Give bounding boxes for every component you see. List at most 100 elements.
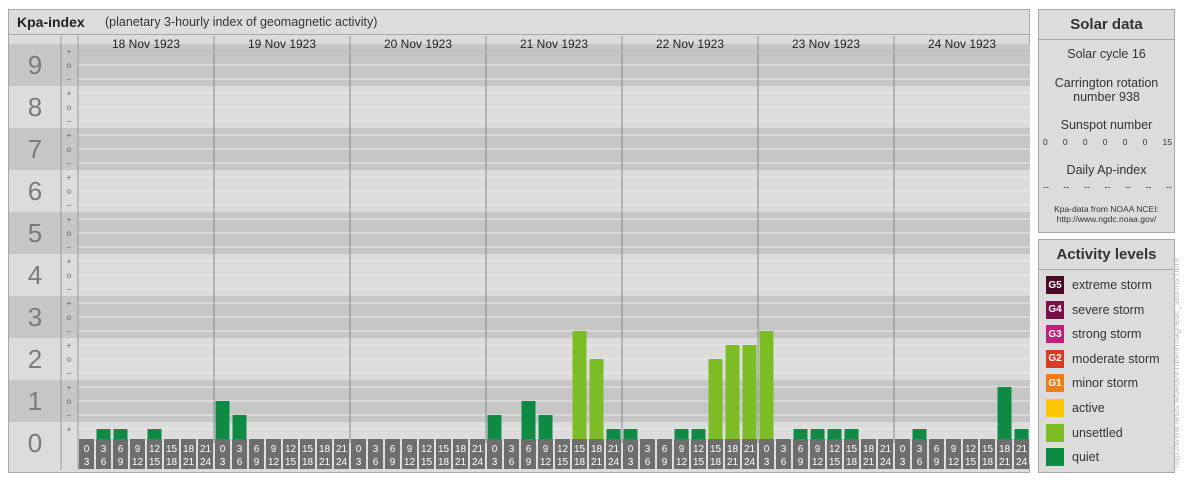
interval-start-label: 9 xyxy=(951,444,957,455)
interval-start-label: 21 xyxy=(1016,444,1028,455)
minor-tick: + xyxy=(67,47,72,56)
sunspot-value: 0 xyxy=(1082,137,1088,147)
interval-end-label: 6 xyxy=(645,457,651,468)
interval-end-label: 21 xyxy=(591,457,603,468)
interval-end-label: 6 xyxy=(509,457,515,468)
minor-tick: − xyxy=(67,369,72,378)
activity-swatch xyxy=(1046,448,1064,467)
kp-bar xyxy=(725,345,740,443)
day-label: 21 Nov 1923 xyxy=(520,37,588,51)
activity-swatch xyxy=(1046,399,1064,417)
y-tick-label: 1 xyxy=(28,386,42,416)
y-tick-label: 9 xyxy=(28,50,42,80)
interval-end-label: 6 xyxy=(781,457,787,468)
kp-chart: 0123456789+o+−o+−o+−o+−o+−o+−o+−o+−o+−18… xyxy=(9,36,1030,470)
kp-bar xyxy=(589,359,604,443)
kp-bar xyxy=(708,359,723,443)
minor-tick: o xyxy=(67,271,72,280)
interval-start-label: 0 xyxy=(84,444,90,455)
kp-bar xyxy=(215,401,230,443)
activity-label: minor storm xyxy=(1072,376,1138,391)
ap-index-value: -- xyxy=(1063,182,1070,192)
activity-swatch: G3 xyxy=(1046,325,1064,344)
interval-start-label: 12 xyxy=(557,444,569,455)
minor-tick: − xyxy=(67,285,72,294)
interval-end-label: 24 xyxy=(336,457,348,468)
interval-end-label: 18 xyxy=(710,457,722,468)
activity-label: unsettled xyxy=(1072,425,1123,440)
activity-swatch: G5 xyxy=(1046,276,1064,294)
interval-end-label: 18 xyxy=(438,457,450,468)
interval-end-label: 3 xyxy=(84,457,90,468)
interval-start-label: 9 xyxy=(135,444,141,455)
interval-end-label: 15 xyxy=(557,457,569,468)
interval-end-label: 12 xyxy=(404,457,416,468)
minor-tick: − xyxy=(67,117,72,126)
minor-tick: o xyxy=(67,355,72,364)
sunspot-label: Sunspot number xyxy=(1060,118,1153,132)
interval-start-label: 6 xyxy=(390,444,396,455)
interval-start-label: 12 xyxy=(149,444,161,455)
interval-end-label: 21 xyxy=(183,457,195,468)
interval-end-label: 18 xyxy=(846,457,858,468)
interval-end-label: 6 xyxy=(373,457,379,468)
interval-end-label: 3 xyxy=(628,457,634,468)
interval-start-label: 9 xyxy=(815,444,821,455)
activity-swatch: G2 xyxy=(1046,349,1064,368)
kp-bar xyxy=(521,401,536,443)
ap-index-label: Daily Ap-index xyxy=(1066,163,1147,177)
kp-bar xyxy=(487,414,502,443)
interval-end-label: 15 xyxy=(149,457,161,468)
interval-start-label: 21 xyxy=(336,444,348,455)
interval-end-label: 9 xyxy=(254,457,260,468)
interval-start-label: 3 xyxy=(781,444,787,455)
interval-start-label: 6 xyxy=(254,444,260,455)
interval-end-label: 9 xyxy=(118,457,124,468)
interval-start-label: 0 xyxy=(628,444,634,455)
minor-tick: − xyxy=(67,75,72,84)
interval-start-label: 6 xyxy=(798,444,804,455)
activity-level-minor-storm: G1 minor storm xyxy=(1046,373,1138,393)
day-label: 23 Nov 1923 xyxy=(792,37,860,51)
activity-swatch xyxy=(1046,423,1064,442)
interval-start-label: 18 xyxy=(863,444,875,455)
interval-start-label: 18 xyxy=(591,444,603,455)
carrington-rotation-line2: number 938 xyxy=(1073,90,1140,104)
activity-levels-panel: Activity levels G5 extreme storm G4 severe … xyxy=(1038,239,1175,473)
interval-start-label: 6 xyxy=(934,444,940,455)
interval-end-label: 9 xyxy=(934,457,940,468)
interval-start-label: 6 xyxy=(526,444,532,455)
interval-start-label: 0 xyxy=(356,444,362,455)
minor-tick: + xyxy=(67,299,72,308)
interval-end-label: 3 xyxy=(900,457,906,468)
interval-start-label: 6 xyxy=(662,444,668,455)
minor-tick: o xyxy=(67,229,72,238)
sunspot-value: 0 xyxy=(1122,137,1128,147)
interval-start-label: 9 xyxy=(679,444,685,455)
activity-label: moderate storm xyxy=(1072,351,1160,366)
minor-tick: − xyxy=(67,411,72,420)
data-source-line2: http://www.ngdc.noaa.gov/ xyxy=(1056,214,1157,224)
interval-end-label: 15 xyxy=(965,457,977,468)
activity-levels-title: Activity levels xyxy=(1039,240,1174,270)
sunspot-values: 0 0 0 0 0 0 15 xyxy=(1043,137,1172,147)
interval-end-label: 12 xyxy=(812,457,824,468)
interval-end-label: 21 xyxy=(727,457,739,468)
interval-start-label: 21 xyxy=(200,444,212,455)
minor-tick: + xyxy=(67,131,72,140)
activity-level-severe-storm: G4 severe storm xyxy=(1046,300,1144,320)
interval-end-label: 6 xyxy=(101,457,107,468)
interval-end-label: 21 xyxy=(999,457,1011,468)
interval-end-label: 21 xyxy=(863,457,875,468)
kp-bar xyxy=(759,330,774,443)
interval-start-label: 6 xyxy=(118,444,124,455)
day-label: 22 Nov 1923 xyxy=(656,37,724,51)
minor-tick: o xyxy=(67,61,72,70)
minor-tick: + xyxy=(67,425,72,434)
activity-level-moderate-storm: G2 moderate storm xyxy=(1046,349,1160,369)
interval-end-label: 18 xyxy=(302,457,314,468)
y-tick-label: 3 xyxy=(28,302,42,332)
activity-level-active: active xyxy=(1046,398,1105,418)
interval-start-label: 0 xyxy=(492,444,498,455)
interval-end-label: 24 xyxy=(880,457,892,468)
